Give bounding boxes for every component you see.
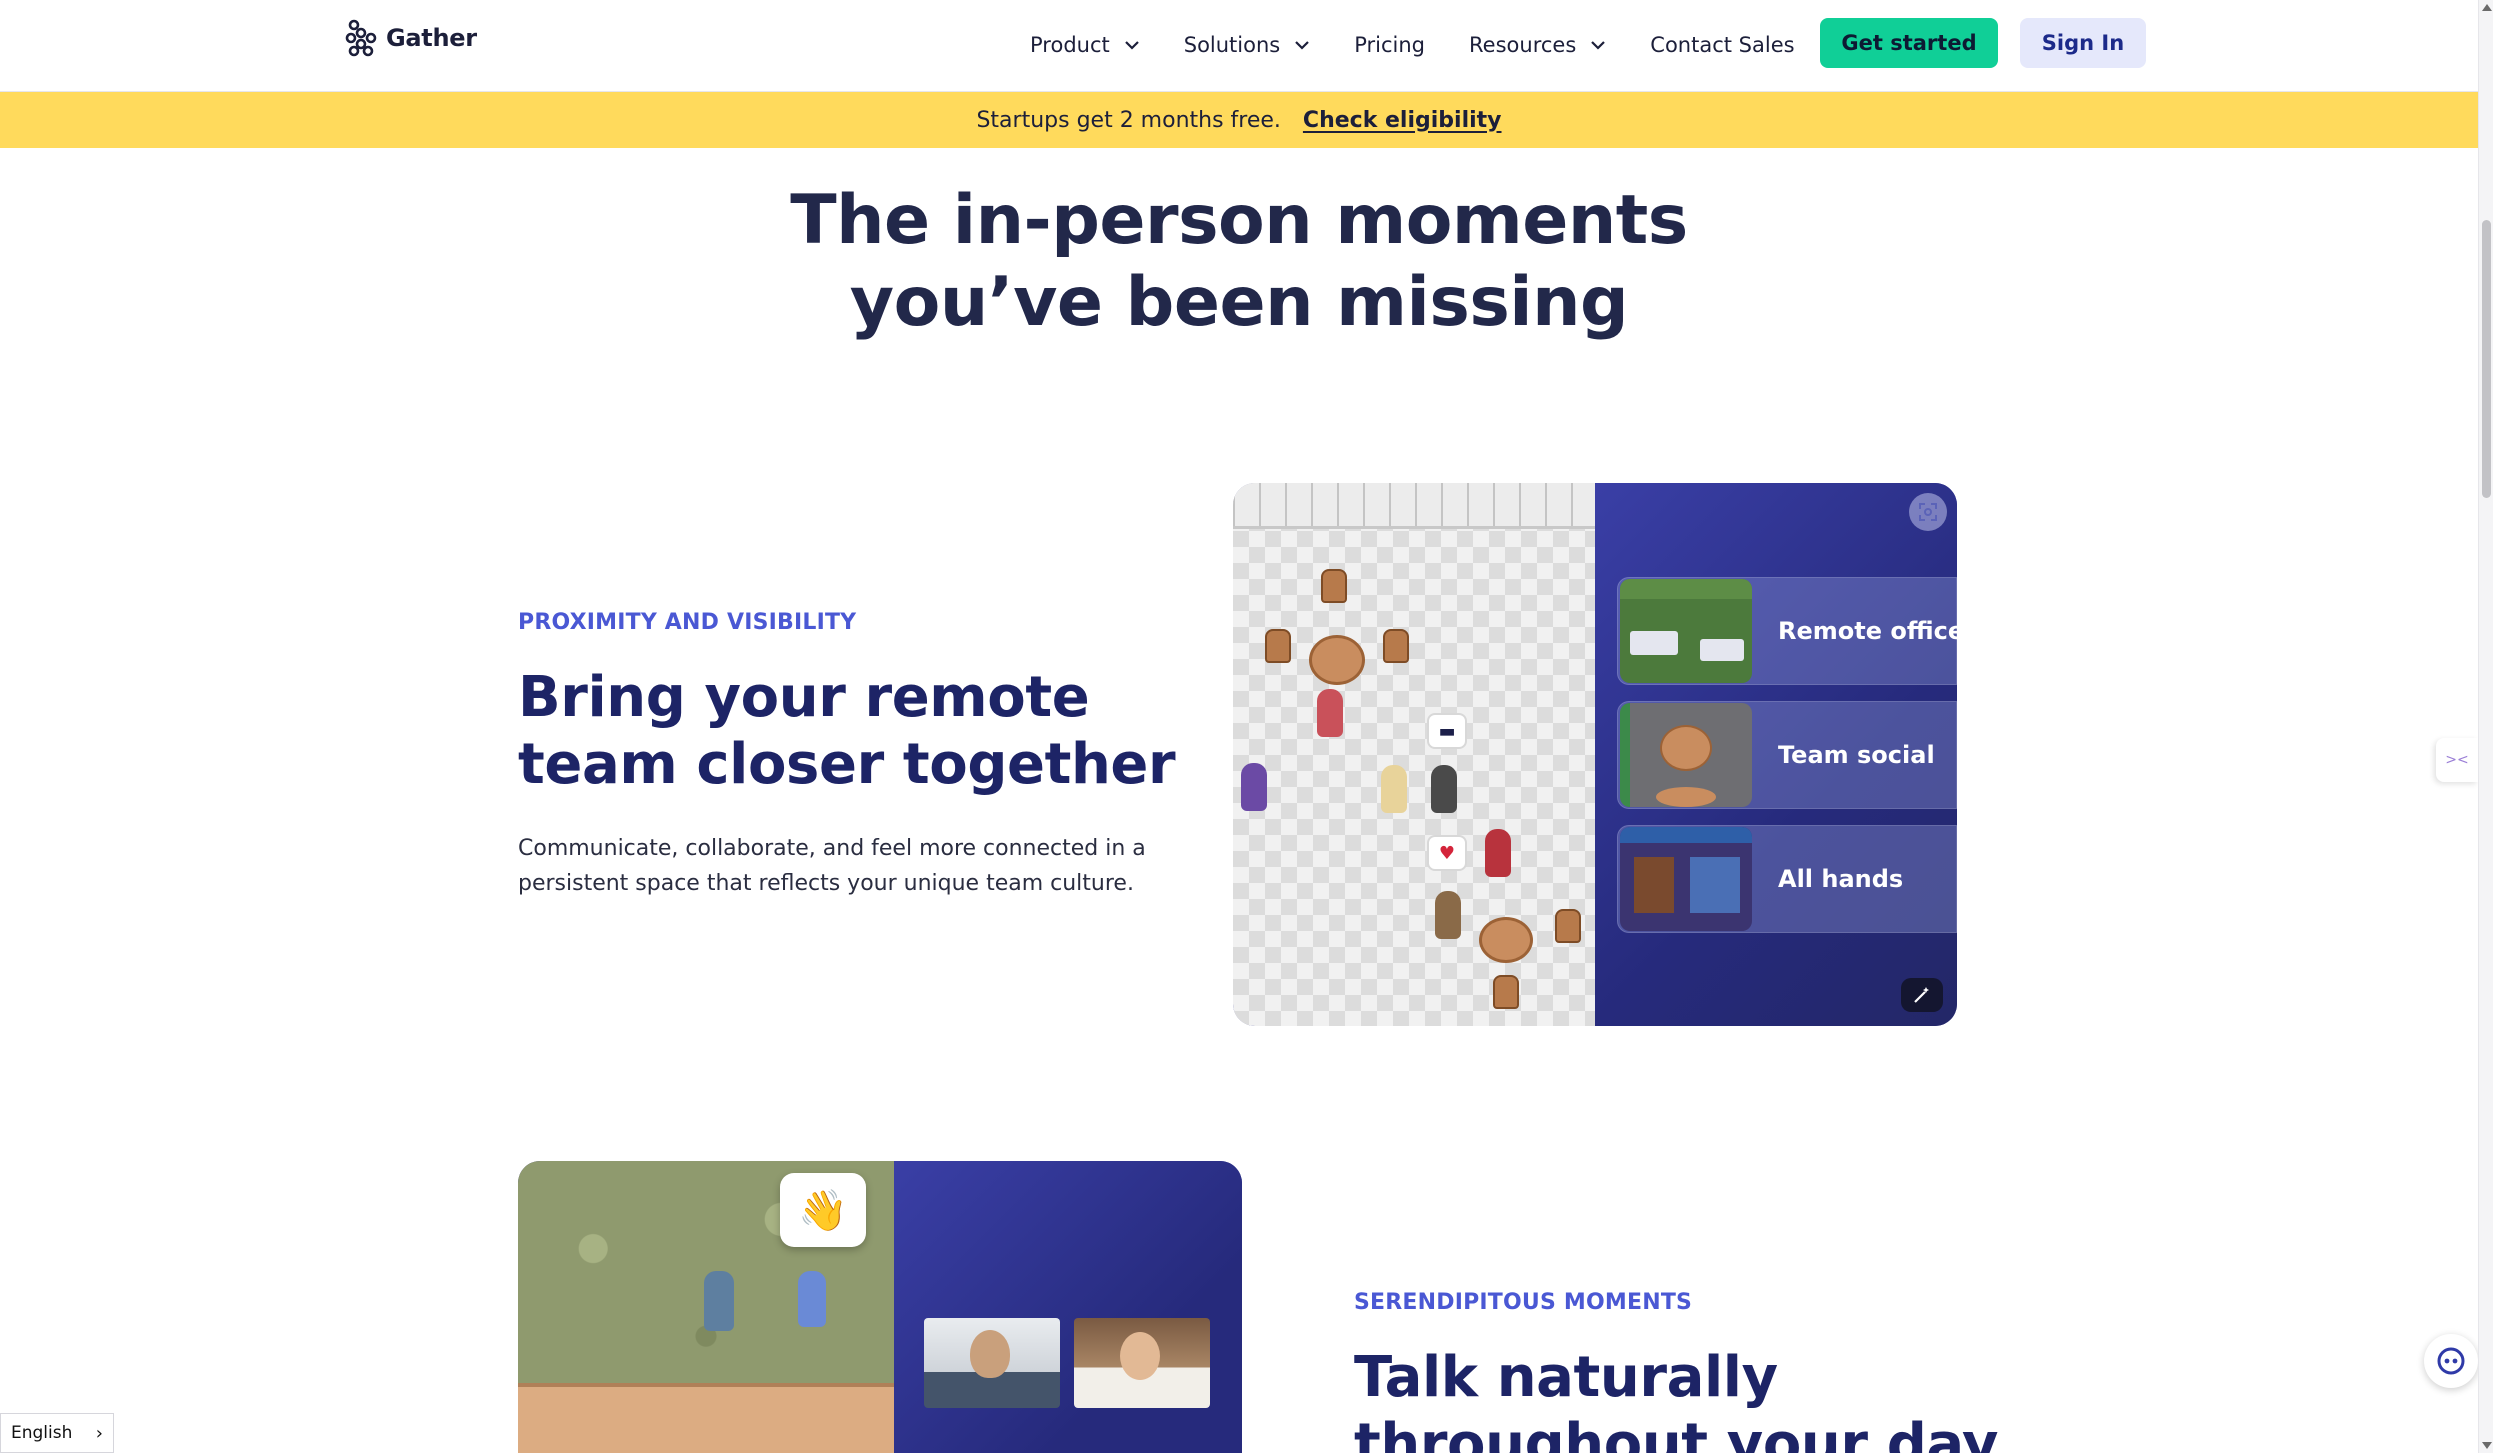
chat-widget-button[interactable]	[2424, 1334, 2478, 1388]
heart-bubble-icon: ♥	[1427, 835, 1467, 871]
menu-item-all-hands-label: All hands	[1778, 865, 1904, 893]
menu-item-all-hands[interactable]: All hands	[1617, 825, 1957, 933]
map-table	[1309, 635, 1365, 685]
hero-title-line-1: The in-person moments	[790, 181, 1688, 260]
map-chair	[1555, 909, 1581, 943]
sign-in-button[interactable]: Sign In	[2020, 18, 2146, 68]
map-avatar	[1431, 765, 1457, 813]
site-header: Gather Product Solutions Pricing Resourc…	[0, 0, 2478, 92]
get-started-button[interactable]: Get started	[1820, 18, 1998, 68]
map-avatar	[1381, 765, 1407, 813]
space-preview-card: ▬ ♥ Remote office Team social All hands	[1233, 483, 1957, 1026]
scroll-up-arrow-icon[interactable]	[2482, 4, 2492, 11]
section2-title-line-2: throughout your day	[1354, 1412, 1999, 1453]
section2-title: Talk naturally throughout your day	[1354, 1344, 1999, 1453]
scrollbar-thumb[interactable]	[2482, 220, 2491, 498]
all-hands-thumbnail	[1620, 827, 1752, 931]
hero-title-line-2: you’ve been missing	[849, 263, 1629, 342]
section1-body-line-1: Communicate, collaborate, and feel more …	[518, 836, 1146, 861]
scroll-down-arrow-icon[interactable]	[2482, 1442, 2492, 1449]
menu-item-remote-office-label: Remote office	[1778, 617, 1957, 645]
logo-text: Gather	[386, 24, 477, 52]
banner-text: Startups get 2 months free.	[976, 107, 1281, 133]
nav-pricing[interactable]: Pricing	[1354, 33, 1425, 57]
menu-item-remote-office[interactable]: Remote office	[1617, 577, 1957, 685]
map-chair	[1493, 975, 1519, 1009]
nav-solutions[interactable]: Solutions	[1184, 33, 1311, 57]
map-chair	[1265, 629, 1291, 663]
section1-title: Bring your remote team closer together	[518, 664, 1176, 798]
waving-hand-icon: 👋	[780, 1173, 866, 1247]
chevron-down-icon	[1124, 41, 1139, 50]
nav-solutions-label: Solutions	[1183, 33, 1281, 57]
nav-resources-label: Resources	[1469, 33, 1577, 57]
hero-title: The in-person moments you’ve been missin…	[0, 180, 2478, 344]
language-selector[interactable]: English ›	[0, 1413, 114, 1453]
nav-product-label: Product	[1030, 33, 1110, 57]
video-tiles-pane	[894, 1161, 1242, 1453]
map-chair	[1321, 569, 1347, 603]
menu-item-team-social-label: Team social	[1778, 741, 1935, 769]
nav-contact-sales-label: Contact Sales	[1650, 33, 1795, 57]
pixel-map-preview: ▬ ♥	[1233, 483, 1595, 1026]
section1-title-line-1: Bring your remote	[518, 665, 1090, 730]
map-wall	[1233, 483, 1595, 529]
logo[interactable]: Gather	[344, 18, 477, 58]
menu-item-team-social[interactable]: Team social	[1617, 701, 1957, 809]
pixel-garden-preview: 👋	[518, 1161, 894, 1453]
map-avatar	[1317, 689, 1343, 737]
map-avatar	[798, 1271, 826, 1327]
magic-wand-button[interactable]	[1901, 978, 1943, 1012]
language-label: English	[11, 1423, 73, 1443]
fullscreen-icon	[1919, 503, 1937, 521]
nav-contact-sales[interactable]: Contact Sales	[1650, 33, 1794, 57]
video-tile	[924, 1318, 1060, 1408]
map-chair	[1383, 629, 1409, 663]
chevron-right-icon: ›	[95, 1422, 103, 1444]
remote-office-thumbnail	[1620, 579, 1752, 683]
gather-logo-icon	[345, 19, 377, 57]
map-avatar	[704, 1271, 734, 1331]
space-type-menu: Remote office Team social All hands	[1595, 483, 1957, 1026]
map-floor	[518, 1383, 894, 1453]
check-eligibility-link[interactable]: Check eligibility	[1303, 108, 1502, 133]
section1-eyebrow: PROXIMITY AND VISIBILITY	[518, 610, 857, 635]
map-avatar	[1435, 891, 1461, 939]
map-avatar	[1485, 829, 1511, 877]
section1-body: Communicate, collaborate, and feel more …	[518, 831, 1146, 901]
team-social-thumbnail	[1620, 703, 1752, 807]
chevron-down-icon	[1295, 41, 1310, 50]
map-table	[1479, 917, 1533, 963]
chevron-down-icon	[1591, 41, 1606, 50]
chat-widget-icon	[2437, 1347, 2465, 1375]
video-tile	[1074, 1318, 1210, 1408]
page-scrollbar[interactable]	[2478, 0, 2493, 1453]
side-widget-icon[interactable]: ><	[2436, 738, 2478, 782]
main-nav: Product Solutions Pricing Resources Cont…	[1030, 20, 1839, 70]
nav-pricing-label: Pricing	[1354, 33, 1426, 57]
fullscreen-button[interactable]	[1909, 493, 1947, 531]
magic-wand-icon	[1914, 987, 1929, 1003]
chat-bubble-icon: ▬	[1427, 713, 1467, 749]
nav-resources[interactable]: Resources	[1469, 33, 1606, 57]
nav-product[interactable]: Product	[1030, 33, 1140, 57]
section2-eyebrow: SERENDIPITOUS MOMENTS	[1354, 1290, 1693, 1315]
promo-banner: Startups get 2 months free. Check eligib…	[0, 92, 2478, 148]
section1-body-line-2: persistent space that reflects your uniq…	[518, 871, 1134, 896]
map-avatar	[1241, 763, 1267, 811]
serendipity-preview-card: 👋	[518, 1161, 1242, 1453]
section1-title-line-2: team closer together	[518, 732, 1176, 797]
section2-title-line-1: Talk naturally	[1354, 1345, 1778, 1410]
